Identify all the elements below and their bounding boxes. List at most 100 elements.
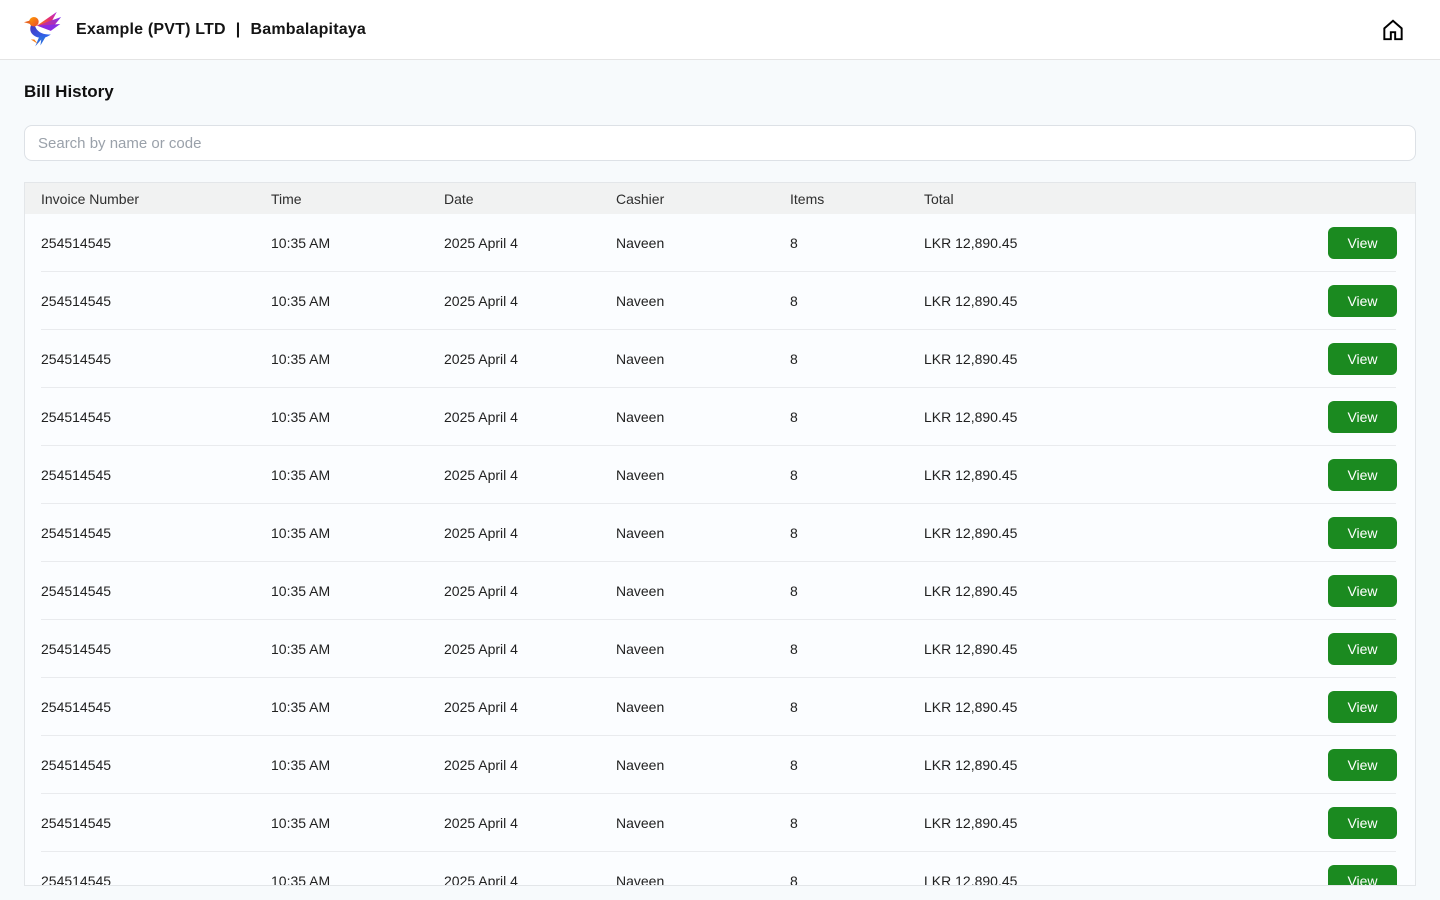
column-header-total: Total <box>924 190 954 207</box>
table-header-row: Invoice Number Time Date Cashier Items T… <box>25 183 1415 214</box>
actions-cell: View <box>1312 517 1397 549</box>
date-cell: 2025 April 4 <box>444 235 518 251</box>
column-header-items: Items <box>790 190 825 207</box>
total-cell: LKR 12,890.45 <box>924 583 1018 599</box>
time-cell: 10:35 AM <box>271 583 331 599</box>
cashier-cell: Naveen <box>616 699 665 715</box>
invoice-number-cell: 254514545 <box>41 873 112 886</box>
time-cell: 10:35 AM <box>271 409 331 425</box>
cashier-cell: Naveen <box>616 757 665 773</box>
items-cell: 8 <box>790 467 798 483</box>
view-button[interactable]: View <box>1328 401 1397 433</box>
invoice-number-cell: 254514545 <box>41 699 112 715</box>
search-input[interactable] <box>24 125 1416 161</box>
view-button[interactable]: View <box>1328 807 1397 839</box>
date-cell: 2025 April 4 <box>444 641 518 657</box>
cashier-cell: Naveen <box>616 525 665 541</box>
time-cell: 10:35 AM <box>271 641 331 657</box>
view-button[interactable]: View <box>1328 517 1397 549</box>
time-cell: 10:35 AM <box>271 873 331 886</box>
cashier-cell: Naveen <box>616 235 665 251</box>
page-title: Bill History <box>24 82 114 101</box>
view-button[interactable]: View <box>1328 691 1397 723</box>
bill-history-table: Invoice Number Time Date Cashier Items T… <box>24 182 1416 886</box>
phoenix-bird-logo-icon <box>24 9 62 51</box>
items-cell: 8 <box>790 409 798 425</box>
brand: Example (PVT) LTD | Bambalapitaya <box>24 9 366 51</box>
items-cell: 8 <box>790 235 798 251</box>
items-cell: 8 <box>790 641 798 657</box>
home-icon <box>1380 17 1406 43</box>
time-cell: 10:35 AM <box>271 467 331 483</box>
actions-cell: View <box>1312 865 1397 885</box>
cashier-cell: Naveen <box>616 583 665 599</box>
view-button[interactable]: View <box>1328 575 1397 607</box>
items-cell: 8 <box>790 525 798 541</box>
table-row: 254514545 10:35 AM 2025 April 4 Naveen 8… <box>25 388 1415 446</box>
date-cell: 2025 April 4 <box>444 525 518 541</box>
cashier-cell: Naveen <box>616 873 665 886</box>
invoice-number-cell: 254514545 <box>41 235 112 251</box>
date-cell: 2025 April 4 <box>444 409 518 425</box>
items-cell: 8 <box>790 815 798 831</box>
view-button[interactable]: View <box>1328 285 1397 317</box>
company-name: Example (PVT) LTD <box>76 20 226 38</box>
view-button[interactable]: View <box>1328 343 1397 375</box>
time-cell: 10:35 AM <box>271 525 331 541</box>
column-header-time: Time <box>271 190 302 207</box>
view-button[interactable]: View <box>1328 459 1397 491</box>
view-button[interactable]: View <box>1328 749 1397 781</box>
invoice-number-cell: 254514545 <box>41 525 112 541</box>
table-row: 254514545 10:35 AM 2025 April 4 Naveen 8… <box>25 736 1415 794</box>
time-cell: 10:35 AM <box>271 757 331 773</box>
actions-cell: View <box>1312 459 1397 491</box>
table-row: 254514545 10:35 AM 2025 April 4 Naveen 8… <box>25 446 1415 504</box>
invoice-number-cell: 254514545 <box>41 293 112 309</box>
invoice-number-cell: 254514545 <box>41 757 112 773</box>
items-cell: 8 <box>790 757 798 773</box>
date-cell: 2025 April 4 <box>444 351 518 367</box>
column-header-invoice-number: Invoice Number <box>41 190 140 207</box>
table-row: 254514545 10:35 AM 2025 April 4 Naveen 8… <box>25 562 1415 620</box>
view-button[interactable]: View <box>1328 227 1397 259</box>
table-row: 254514545 10:35 AM 2025 April 4 Naveen 8… <box>25 504 1415 562</box>
cashier-cell: Naveen <box>616 409 665 425</box>
date-cell: 2025 April 4 <box>444 873 518 886</box>
column-header-cashier: Cashier <box>616 190 665 207</box>
actions-cell: View <box>1312 807 1397 839</box>
actions-cell: View <box>1312 227 1397 259</box>
table-row: 254514545 10:35 AM 2025 April 4 Naveen 8… <box>25 678 1415 736</box>
invoice-number-cell: 254514545 <box>41 351 112 367</box>
invoice-number-cell: 254514545 <box>41 815 112 831</box>
total-cell: LKR 12,890.45 <box>924 235 1018 251</box>
date-cell: 2025 April 4 <box>444 757 518 773</box>
view-button[interactable]: View <box>1328 633 1397 665</box>
total-cell: LKR 12,890.45 <box>924 757 1018 773</box>
branch-name: Bambalapitaya <box>250 20 367 38</box>
invoice-number-cell: 254514545 <box>41 583 112 599</box>
invoice-number-cell: 254514545 <box>41 467 112 483</box>
total-cell: LKR 12,890.45 <box>924 873 1018 886</box>
home-button[interactable] <box>1378 15 1408 45</box>
date-cell: 2025 April 4 <box>444 293 518 309</box>
actions-cell: View <box>1312 575 1397 607</box>
actions-cell: View <box>1312 633 1397 665</box>
total-cell: LKR 12,890.45 <box>924 815 1018 831</box>
actions-cell: View <box>1312 401 1397 433</box>
invoice-number-cell: 254514545 <box>41 641 112 657</box>
cashier-cell: Naveen <box>616 293 665 309</box>
items-cell: 8 <box>790 873 798 886</box>
date-cell: 2025 April 4 <box>444 699 518 715</box>
items-cell: 8 <box>790 293 798 309</box>
table-row: 254514545 10:35 AM 2025 April 4 Naveen 8… <box>25 330 1415 388</box>
time-cell: 10:35 AM <box>271 351 331 367</box>
date-cell: 2025 April 4 <box>444 583 518 599</box>
main-content: Bill History Invoice Number Time Date Ca… <box>0 82 1440 886</box>
date-cell: 2025 April 4 <box>444 815 518 831</box>
items-cell: 8 <box>790 583 798 599</box>
total-cell: LKR 12,890.45 <box>924 467 1018 483</box>
table-row: 254514545 10:35 AM 2025 April 4 Naveen 8… <box>25 794 1415 852</box>
table-row: 254514545 10:35 AM 2025 April 4 Naveen 8… <box>25 852 1415 886</box>
total-cell: LKR 12,890.45 <box>924 409 1018 425</box>
view-button[interactable]: View <box>1328 865 1397 885</box>
